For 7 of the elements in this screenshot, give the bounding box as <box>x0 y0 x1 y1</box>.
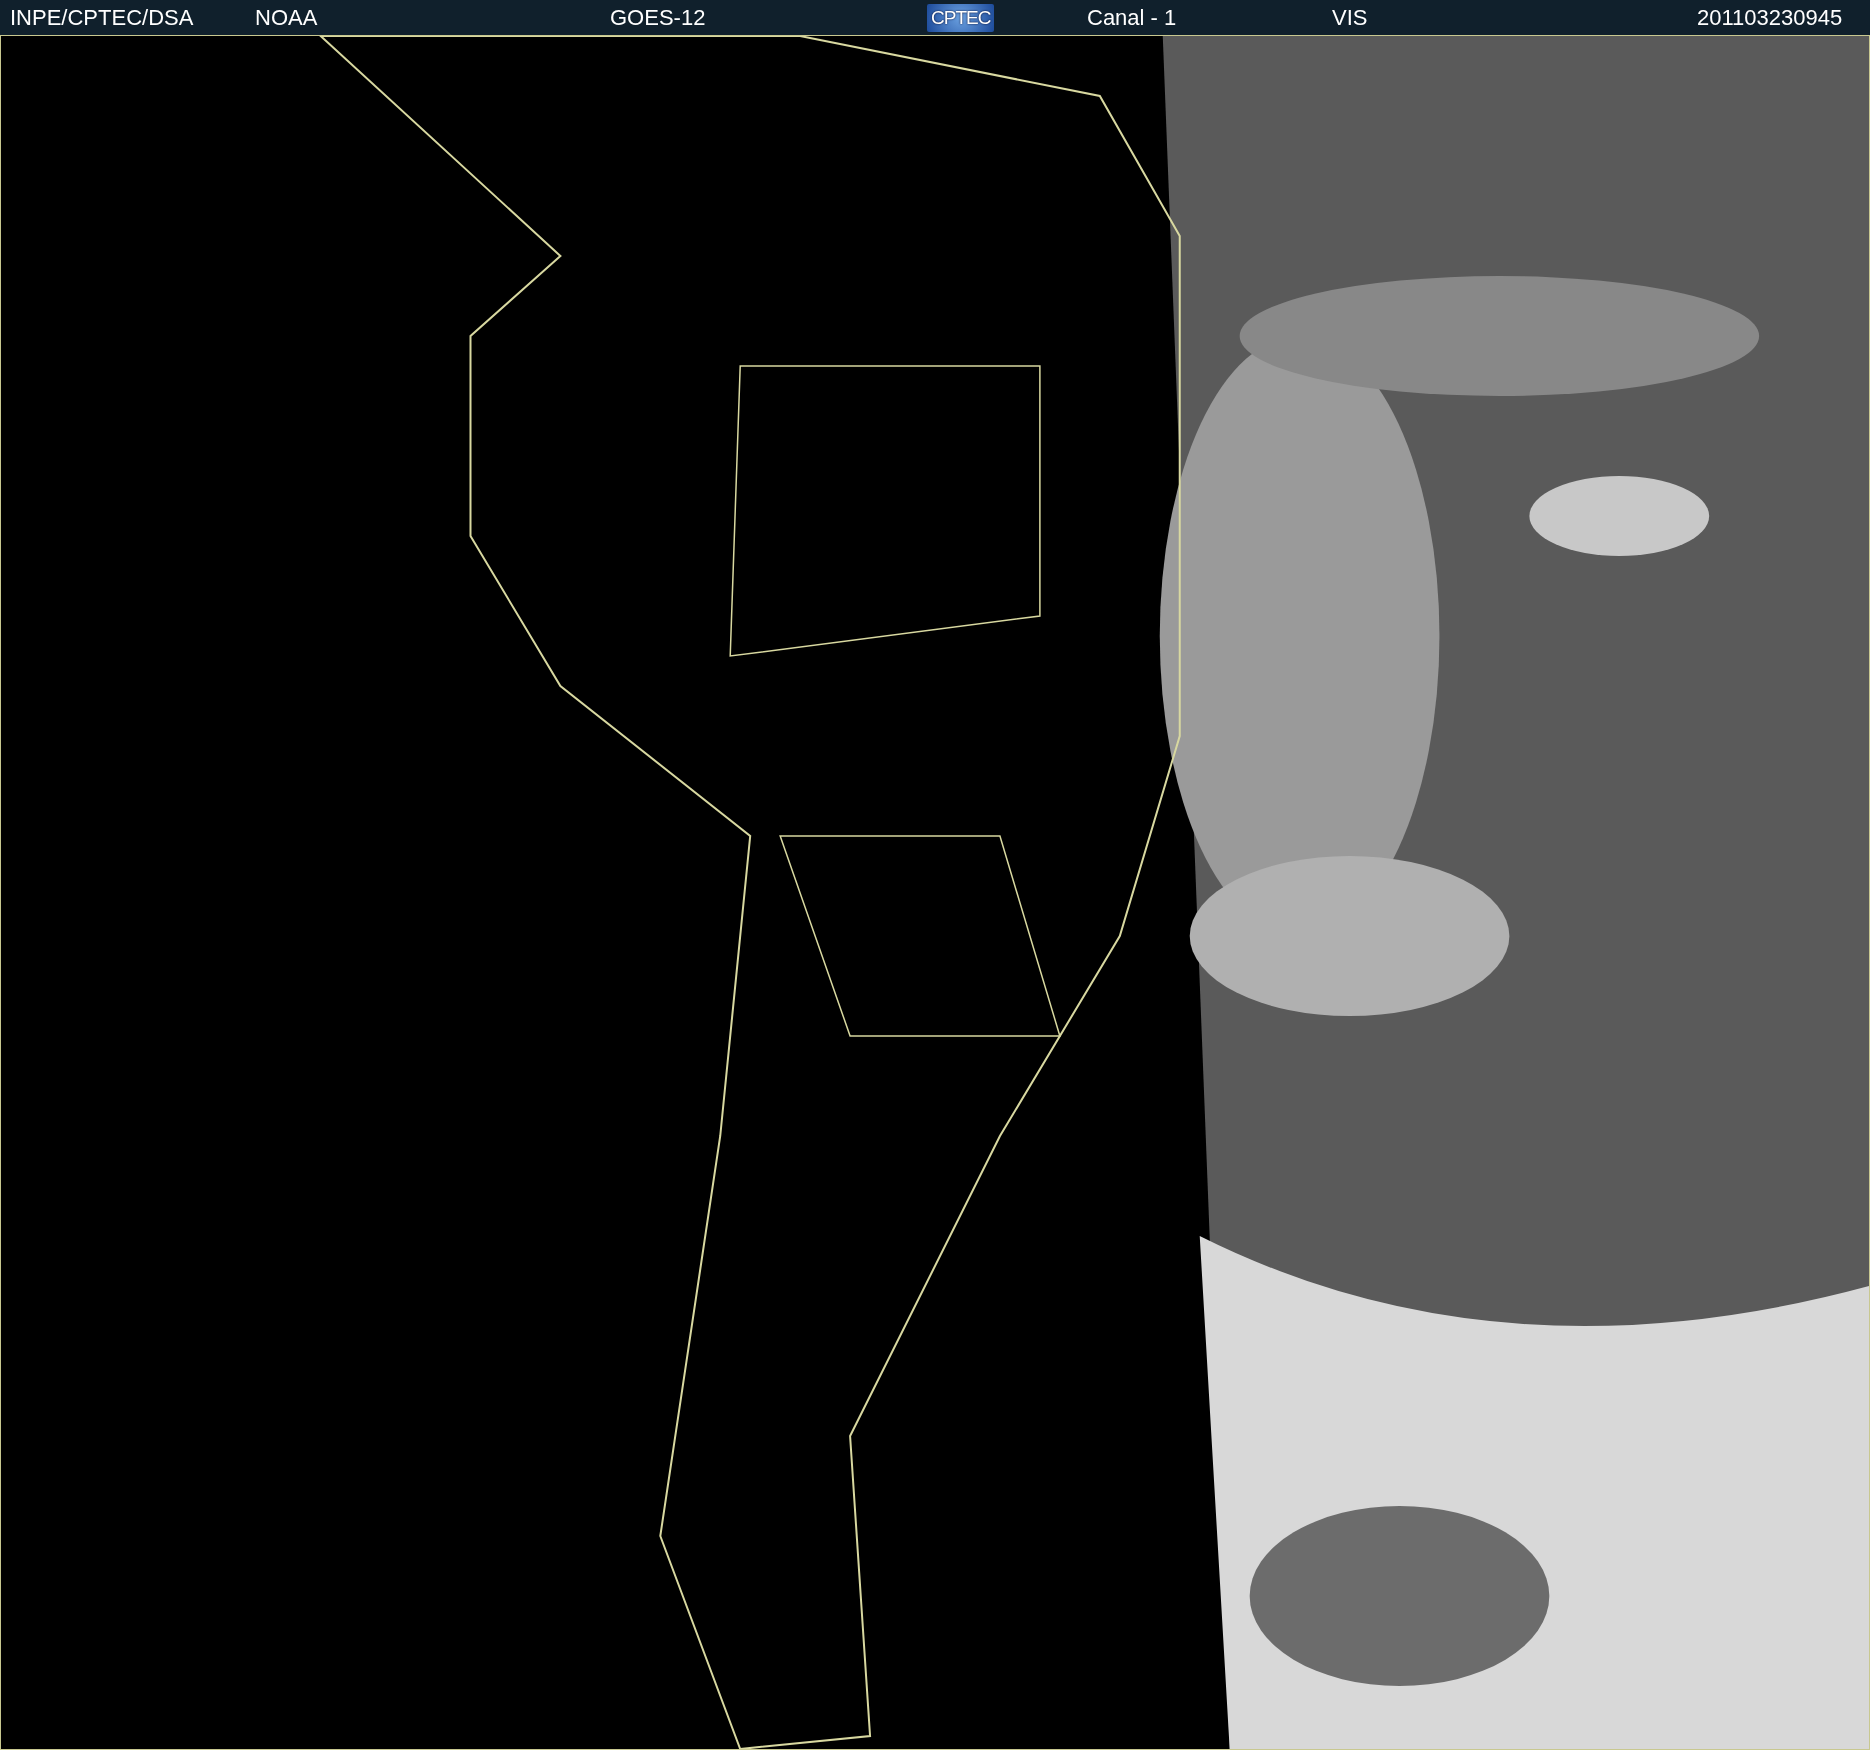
header-label: NOAA <box>255 4 318 31</box>
header-label: Canal - 1 <box>1087 4 1177 31</box>
header-label: 201103230945 <box>1697 4 1843 31</box>
cptec-logo: CPTEC <box>927 3 995 32</box>
header-label: GOES-12 <box>610 4 706 31</box>
header-label: VIS <box>1332 4 1368 31</box>
header-label: INPE/CPTEC/DSA <box>10 4 194 31</box>
